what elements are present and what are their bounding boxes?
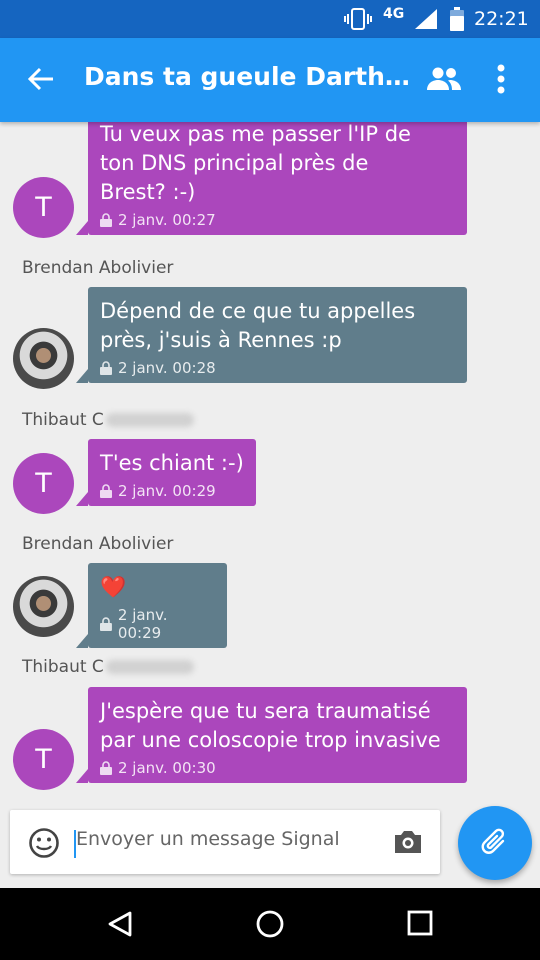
avatar[interactable]: T	[13, 729, 74, 790]
message-bubble[interactable]: T'es chiant :-) 2 janv. 00:29	[76, 439, 256, 506]
message-time: 2 janv. 00:27	[118, 211, 216, 229]
message-bubble[interactable]: ❤️ 2 janv. 00:29	[76, 563, 227, 648]
message-time: 2 janv. 00:28	[118, 359, 216, 377]
avatar[interactable]: T	[13, 177, 74, 238]
message-bubble[interactable]: Dépend de ce que tu appelles près, j'sui…	[76, 287, 467, 383]
lock-icon	[100, 361, 112, 375]
network-type: 4G	[383, 6, 405, 22]
more-vert-icon[interactable]	[496, 64, 506, 98]
message-text: Dépend de ce que tu appelles près, j'sui…	[100, 299, 416, 352]
back-arrow-icon[interactable]	[26, 64, 56, 98]
message-meta: 2 janv. 00:29	[100, 606, 215, 642]
camera-icon[interactable]	[392, 828, 424, 860]
app-bar: Dans ta gueule Darth…	[0, 38, 540, 122]
sender-name: Thibaut C	[22, 410, 194, 430]
message-time: 2 janv. 00:29	[117, 606, 168, 642]
sender-name: Brendan Abolivier	[22, 534, 174, 554]
message-time: 2 janv. 00:30	[118, 759, 216, 777]
clock: 22:21	[474, 8, 529, 30]
lock-icon	[100, 617, 112, 631]
message-text: ❤️	[100, 575, 127, 599]
battery-icon	[450, 7, 464, 35]
message-text: J'espère que tu sera traumatisé par une …	[100, 699, 441, 752]
conversation-list[interactable]: T Tu veux pas me passer l'IP de ton DNS …	[0, 122, 540, 806]
message-bubble[interactable]: J'espère que tu sera traumatisé par une …	[76, 687, 467, 783]
message-meta: 2 janv. 00:27	[100, 211, 455, 229]
message-input[interactable]	[76, 828, 386, 850]
lock-icon	[100, 213, 112, 227]
nav-home-icon[interactable]	[255, 909, 285, 943]
avatar[interactable]	[13, 576, 74, 637]
nav-recents-icon[interactable]	[407, 910, 433, 940]
navigation-bar	[0, 888, 540, 960]
emoji-icon[interactable]	[28, 827, 60, 863]
vibrate-icon	[344, 8, 372, 34]
message-time: 2 janv. 00:29	[118, 482, 216, 500]
nav-back-icon[interactable]	[106, 910, 134, 942]
message-meta: 2 janv. 00:29	[100, 482, 244, 500]
attach-icon	[481, 828, 505, 854]
compose-bar	[10, 810, 440, 874]
message-bubble[interactable]: Tu veux pas me passer l'IP de ton DNS pr…	[76, 122, 467, 235]
attach-button[interactable]	[458, 806, 532, 880]
message-meta: 2 janv. 00:30	[100, 759, 455, 777]
lock-icon	[100, 484, 112, 498]
avatar[interactable]: T	[13, 453, 74, 514]
sender-name: Brendan Abolivier	[22, 258, 174, 278]
message-text: Tu veux pas me passer l'IP de ton DNS pr…	[100, 122, 411, 204]
group-icon[interactable]	[426, 66, 462, 96]
lock-icon	[100, 761, 112, 775]
message-text: T'es chiant :-)	[100, 451, 244, 475]
status-bar: 4G 22:21	[0, 0, 540, 38]
avatar[interactable]	[13, 328, 74, 389]
sender-name: Thibaut C	[22, 657, 194, 677]
conversation-title[interactable]: Dans ta gueule Darth…	[84, 62, 410, 91]
message-meta: 2 janv. 00:28	[100, 359, 455, 377]
signal-icon	[414, 8, 438, 34]
